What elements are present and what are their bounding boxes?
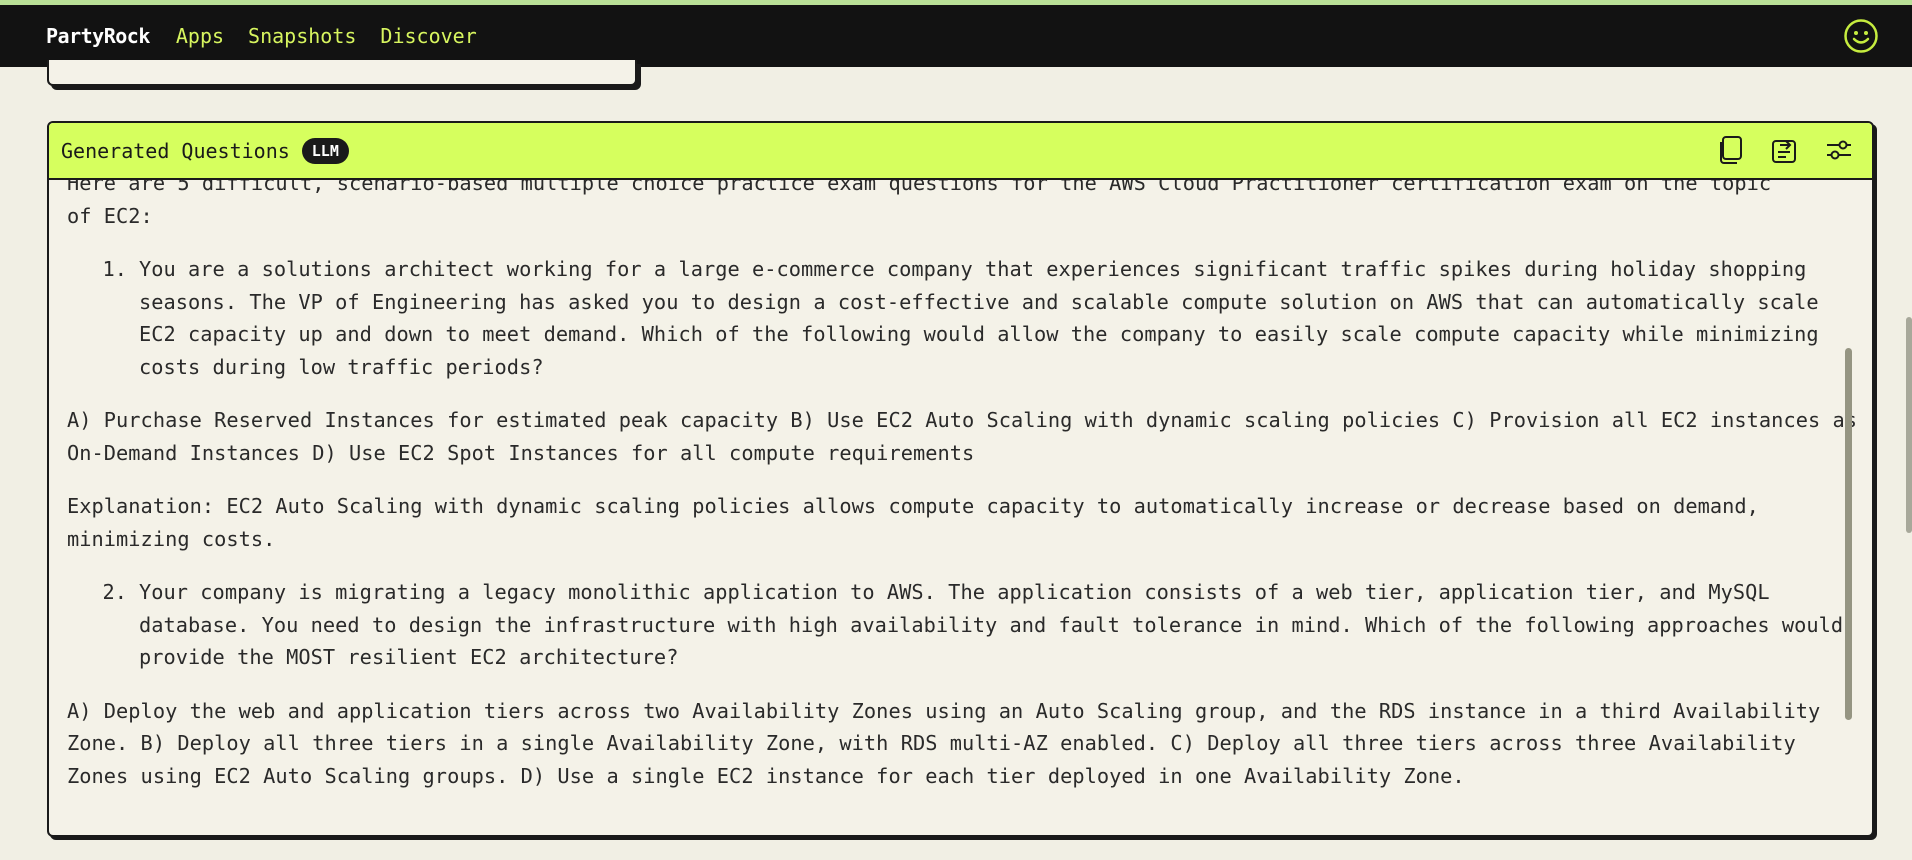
- nav-link-apps[interactable]: Apps: [176, 24, 224, 48]
- question-item: 1. You are a solutions architect working…: [67, 253, 1867, 383]
- question-item: 2. Your company is migrating a legacy mo…: [67, 576, 1867, 674]
- question-text: Your company is migrating a legacy monol…: [139, 580, 1844, 669]
- previous-widget-card: [47, 60, 637, 86]
- generated-text: Here are 5 difficult, scenario-based mul…: [67, 180, 1867, 813]
- nav-link-snapshots[interactable]: Snapshots: [248, 24, 356, 48]
- widget-scrollbar[interactable]: [1845, 348, 1852, 720]
- question-number: 1.: [102, 257, 127, 281]
- smiley-face-icon[interactable]: [1843, 18, 1879, 54]
- export-icon[interactable]: [1770, 135, 1800, 165]
- llm-badge: LLM: [301, 137, 349, 164]
- widget-actions: [1716, 135, 1854, 165]
- generated-questions-widget: Generated Questions LLM Here are 5 diffi…: [47, 121, 1874, 837]
- question-number: 2.: [102, 580, 127, 604]
- widget-header: Generated Questions LLM: [49, 123, 1872, 180]
- top-navbar: PartyRock Apps Snapshots Discover: [0, 5, 1912, 67]
- widget-title: Generated Questions: [61, 138, 290, 163]
- copy-icon[interactable]: [1716, 135, 1746, 165]
- widget-output-body[interactable]: Here are 5 difficult, scenario-based mul…: [49, 180, 1872, 835]
- nav-link-discover[interactable]: Discover: [380, 24, 476, 48]
- answer-options: A) Deploy the web and application tiers …: [67, 698, 1821, 788]
- page-scrollbar[interactable]: [1906, 317, 1912, 533]
- question-text: You are a solutions architect working fo…: [139, 257, 1819, 379]
- brand-logo[interactable]: PartyRock: [46, 24, 150, 48]
- settings-sliders-icon[interactable]: [1824, 135, 1854, 165]
- intro-text-end: of EC2:: [67, 203, 153, 228]
- answer-options: A) Purchase Reserved Instances for estim…: [67, 408, 1858, 465]
- intro-text-clipped: Here are 5 difficult, scenario-based mul…: [67, 180, 1772, 195]
- explanation-text: Explanation: EC2 Auto Scaling with dynam…: [67, 494, 1759, 551]
